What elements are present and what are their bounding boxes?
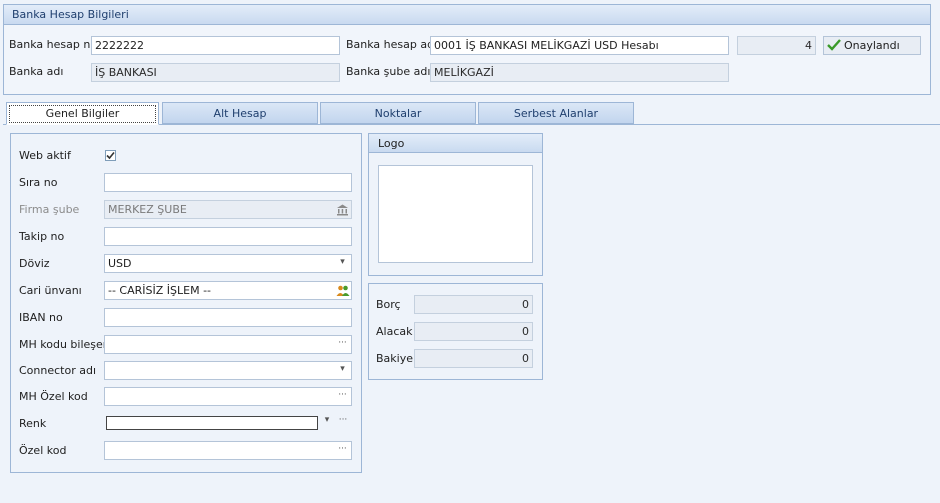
firma-sube-value: MERKEZ ŞUBE [108,203,187,216]
web-aktif-checkbox[interactable] [105,150,116,161]
alacak-field: 0 [414,322,533,341]
sira-no-input[interactable] [104,173,352,192]
cari-unvani-value: -- CARİSİZ İŞLEM -- [108,284,212,297]
ellipsis-icon[interactable]: ··· [334,336,351,353]
connector-label: Connector adı [19,364,97,377]
check-icon [106,151,115,160]
hesap-no-label: Banka hesap no [9,38,98,51]
doviz-label: Döviz [19,257,50,270]
hesap-adi-input[interactable]: 0001 İŞ BANKASI MELİKGAZİ USD Hesabı [430,36,729,55]
mh-ozel-kod-label: MH Özel kod [19,390,88,403]
mh-kodu-label: MH kodu bileşeni [19,338,113,351]
banka-adi-label: Banka adı [9,65,64,78]
firma-sube-label: Firma şube [19,203,80,216]
ozel-kod-label: Özel kod [19,444,67,457]
borc-label: Borç [376,298,401,311]
check-icon [827,38,841,52]
chevron-down-icon[interactable]: ▾ [320,415,334,425]
tab-serbest-alanlar[interactable]: Serbest Alanlar [478,102,634,124]
takip-no-label: Takip no [19,230,65,243]
chevron-down-icon[interactable]: ▾ [334,362,351,379]
ozel-kod-field[interactable]: ··· [104,441,352,460]
tab-noktalar[interactable]: Noktalar [320,102,476,124]
bank-icon [334,201,351,218]
mh-ozel-kod-field[interactable]: ··· [104,387,352,406]
logo-panel-title: Logo [369,134,542,153]
iban-input[interactable] [104,308,352,327]
firma-sube-field: MERKEZ ŞUBE [104,200,352,219]
doviz-value: USD [108,257,132,270]
sube-adi-field: MELİKGAZİ [430,63,729,82]
hesap-adi-label: Banka hesap adı [346,38,438,51]
takip-no-input[interactable] [104,227,352,246]
renk-color-swatch[interactable] [106,416,318,430]
cari-unvani-label: Cari ünvanı [19,284,82,297]
logo-image-box[interactable] [378,165,533,263]
header-title: Banka Hesap Bilgileri [4,5,930,25]
doviz-select[interactable]: USD ▾ [104,254,352,273]
tab-genel-bilgiler[interactable]: Genel Bilgiler [6,102,159,125]
hesap-no-input[interactable]: 2222222 [91,36,340,55]
ellipsis-icon[interactable]: ··· [334,388,351,405]
mh-kodu-field[interactable]: ··· [104,335,352,354]
cari-unvani-field[interactable]: -- CARİSİZ İŞLEM -- [104,281,352,300]
approval-status-badge: Onaylandı [823,36,921,55]
people-icon[interactable] [334,282,351,299]
connector-select[interactable]: ▾ [104,361,352,380]
ellipsis-icon[interactable]: ··· [334,442,351,459]
approval-status-label: Onaylandı [844,39,900,52]
sira-no-label: Sıra no [19,176,58,189]
ellipsis-icon[interactable]: ··· [336,415,350,425]
renk-label: Renk [19,417,47,430]
iban-label: IBAN no [19,311,63,324]
alacak-label: Alacak [376,325,413,338]
chevron-down-icon[interactable]: ▾ [334,255,351,272]
tab-alt-hesap[interactable]: Alt Hesap [162,102,318,124]
borc-field: 0 [414,295,533,314]
banka-adi-field: İŞ BANKASI [91,63,340,82]
sube-adi-label: Banka şube adı [346,65,431,78]
record-count-field: 4 [737,36,816,55]
web-aktif-label: Web aktif [19,149,71,162]
bakiye-field: 0 [414,349,533,368]
renk-color-picker[interactable]: ▾ ··· [104,414,352,433]
bakiye-label: Bakiye [376,352,413,365]
